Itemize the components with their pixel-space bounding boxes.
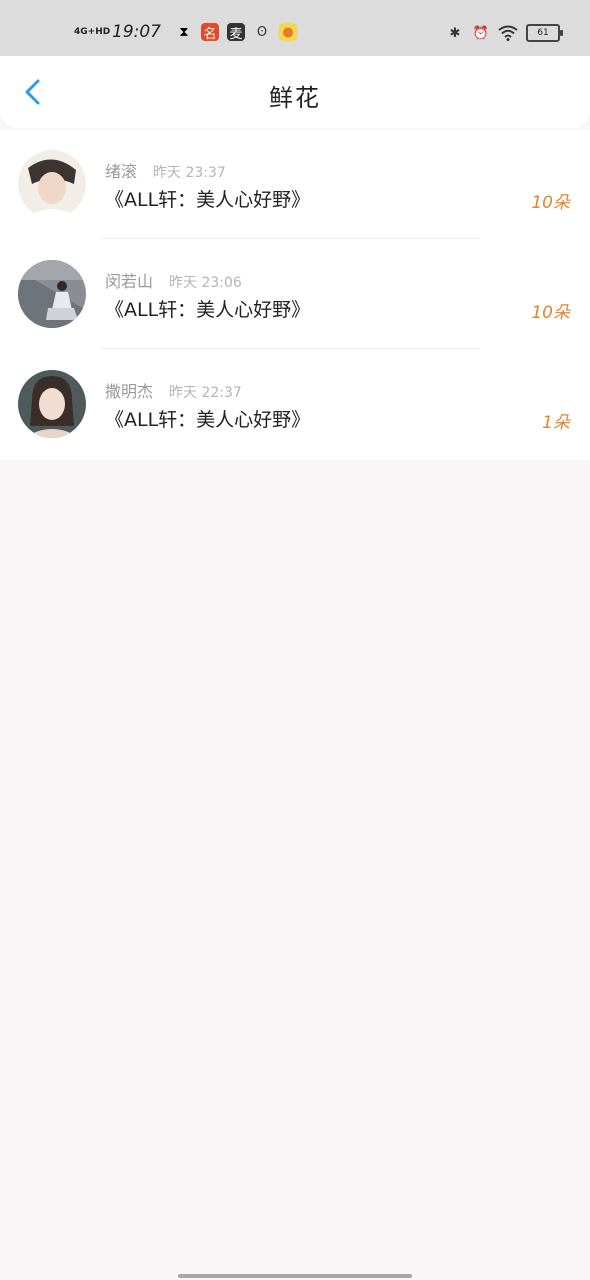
- flower-count: 1朵: [542, 413, 570, 433]
- alarm-icon: ⏰: [472, 25, 490, 41]
- book-title[interactable]: 《ALL轩：美人心好野》: [105, 295, 310, 322]
- network-indicator: 4G+HD: [74, 26, 111, 37]
- weibo-icon: ʘ: [256, 24, 268, 40]
- send-time: 昨天 22:37: [169, 385, 242, 401]
- hourglass-icon: ⧗: [179, 24, 189, 40]
- bluetooth-icon: ✱: [449, 25, 461, 41]
- book-title[interactable]: 《ALL轩：美人心好野》: [105, 185, 310, 212]
- sender-name: 闵若山 昨天 23:06: [105, 272, 242, 291]
- list-item[interactable]: 绪滚 昨天 23:37 《ALL轩：美人心好野》 10朵: [0, 130, 590, 240]
- status-right: ✱ ⏰ 61: [446, 20, 563, 46]
- list-item[interactable]: 撒明杰 昨天 22:37 《ALL轩：美人心好野》 1朵: [0, 350, 590, 460]
- divider: [100, 348, 480, 349]
- flower-list: 绪滚 昨天 23:37 《ALL轩：美人心好野》 10朵 闵若山 昨天 23:06 …: [0, 130, 590, 460]
- status-left: 4G+HD 19:07 ⧗ 名 麦 ʘ ●: [74, 18, 297, 46]
- app-notification-icon-3: ●: [279, 23, 297, 41]
- app-notification-icon: 名: [201, 23, 219, 42]
- sender-name: 绪滚 昨天 23:37: [105, 162, 226, 181]
- battery-indicator: 61: [526, 24, 563, 42]
- home-indicator[interactable]: [178, 1274, 412, 1278]
- sender-name: 撒明杰 昨天 22:37: [105, 382, 242, 401]
- wifi-icon: [498, 25, 518, 41]
- header-bar: 鲜花: [0, 56, 590, 128]
- avatar[interactable]: [18, 150, 86, 218]
- avatar[interactable]: [18, 370, 86, 438]
- list-item[interactable]: 闵若山 昨天 23:06 《ALL轩：美人心好野》 10朵: [0, 240, 590, 350]
- app-notification-icon-2: 麦: [227, 23, 245, 42]
- avatar[interactable]: [18, 260, 86, 328]
- book-title[interactable]: 《ALL轩：美人心好野》: [105, 405, 310, 432]
- flower-count: 10朵: [531, 303, 570, 323]
- status-bar: 4G+HD 19:07 ⧗ 名 麦 ʘ ● ✱ ⏰ 61: [0, 0, 590, 56]
- flower-count: 10朵: [531, 193, 570, 213]
- send-time: 昨天 23:37: [153, 165, 226, 181]
- status-time: 19:07: [112, 22, 161, 42]
- divider: [100, 238, 480, 239]
- page-title: 鲜花: [269, 84, 321, 112]
- send-time: 昨天 23:06: [169, 275, 242, 291]
